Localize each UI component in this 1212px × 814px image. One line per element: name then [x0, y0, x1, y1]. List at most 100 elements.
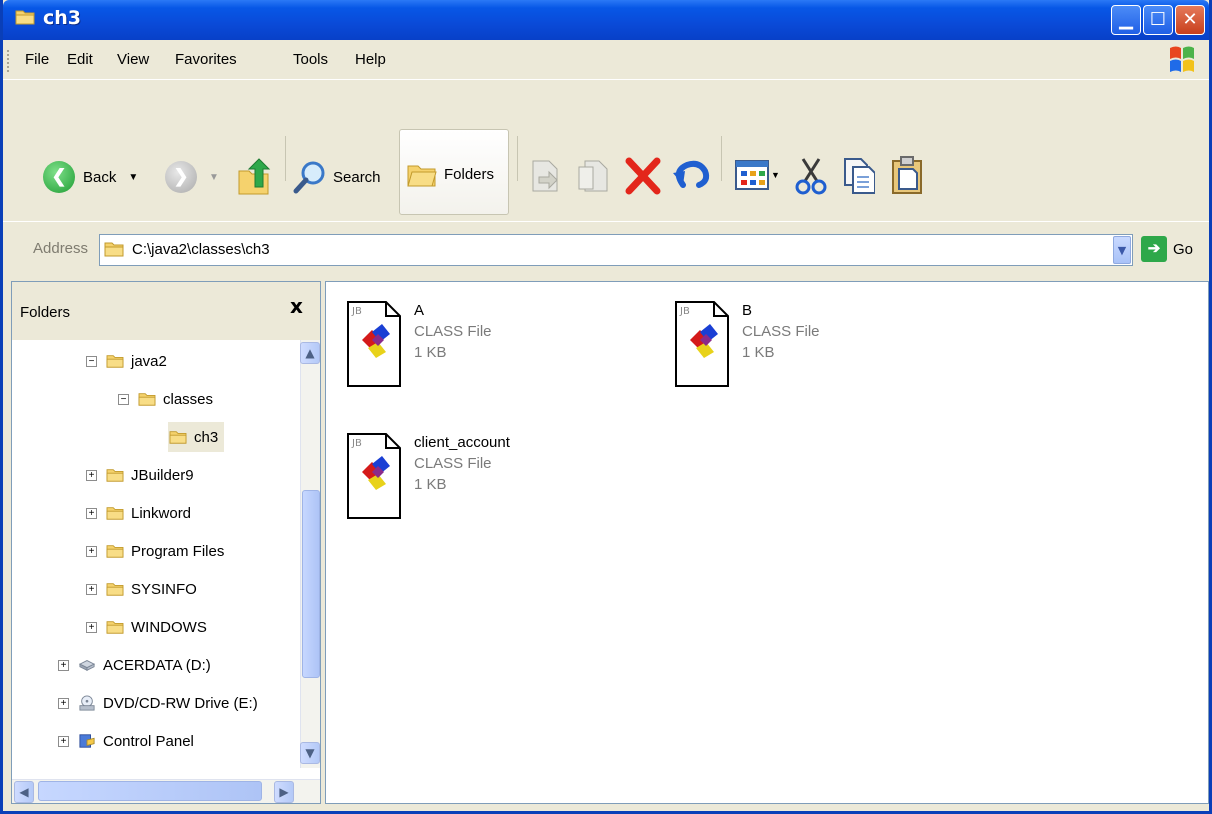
- folder-tree: − java2 − classes ch3 + JBuilder9 + Link…: [12, 340, 300, 770]
- folders-horizontal-scrollbar[interactable]: ◀ ▶: [12, 779, 320, 803]
- folder-icon: [106, 469, 124, 482]
- java-class-file-icon: [347, 301, 401, 387]
- collapse-icon[interactable]: −: [86, 355, 97, 367]
- folders-label: Folders: [444, 166, 495, 183]
- scroll-thumb[interactable]: [38, 781, 262, 801]
- scroll-down-button[interactable]: ▼: [300, 742, 320, 764]
- up-folder-button[interactable]: [237, 157, 271, 197]
- standard-toolbar: ❮ Back ▼ ❯ ▼ Search Folders ▼: [3, 81, 1209, 221]
- folder-icon: [106, 355, 124, 368]
- back-dropdown-icon[interactable]: ▼: [128, 172, 138, 183]
- scroll-left-button[interactable]: ◀: [14, 781, 34, 803]
- cut-button[interactable]: [795, 157, 827, 195]
- menu-tools[interactable]: Tools: [293, 51, 328, 68]
- close-pane-icon[interactable]: x: [290, 294, 303, 318]
- hard-drive-icon: [78, 660, 96, 672]
- file-item[interactable]: B CLASS File 1 KB: [672, 300, 820, 388]
- address-bar: Address C:\java2\classes\ch3 ▼ ➔ Go: [3, 221, 1209, 277]
- tree-item-control-panel[interactable]: + Control Panel: [58, 726, 194, 756]
- expand-icon[interactable]: +: [86, 583, 97, 595]
- title-bar[interactable]: ch3 ▁ ☐ ✕: [3, 0, 1209, 40]
- expand-icon[interactable]: +: [58, 697, 69, 709]
- menu-help[interactable]: Help: [355, 51, 386, 68]
- menu-view[interactable]: View: [117, 51, 149, 68]
- tree-item-ch3[interactable]: ch3: [168, 422, 225, 452]
- tree-item-acerdata[interactable]: + ACERDATA (D:): [58, 650, 211, 680]
- undo-button[interactable]: [671, 157, 711, 195]
- go-label: Go: [1173, 240, 1194, 258]
- folders-vertical-scrollbar[interactable]: ▲ ▼: [300, 340, 320, 768]
- tree-item-jbuilder9[interactable]: + JBuilder9: [86, 460, 194, 490]
- tree-item-dvd-drive[interactable]: + DVD/CD-RW Drive (E:): [58, 688, 258, 718]
- tree-item-sysinfo[interactable]: + SYSINFO: [86, 574, 197, 604]
- file-name: client_account: [414, 434, 510, 451]
- window-title: ch3: [43, 7, 82, 29]
- folders-pane-title: Folders: [20, 304, 71, 321]
- back-arrow-icon: ❮: [43, 161, 75, 193]
- back-button[interactable]: ❮ Back ▼: [43, 161, 138, 193]
- minimize-button[interactable]: ▁: [1111, 5, 1141, 35]
- copy-button[interactable]: [843, 157, 875, 195]
- maximize-button[interactable]: ☐: [1143, 5, 1173, 35]
- file-type: CLASS File: [414, 323, 492, 340]
- go-button[interactable]: ➔ Go: [1141, 236, 1193, 262]
- file-item[interactable]: A CLASS File 1 KB: [344, 300, 492, 388]
- tree-item-label: java2: [131, 352, 167, 370]
- file-type: CLASS File: [742, 323, 820, 340]
- paste-button[interactable]: [891, 155, 923, 195]
- expand-icon[interactable]: +: [86, 469, 97, 481]
- search-button[interactable]: Search: [293, 159, 381, 195]
- expand-icon[interactable]: +: [86, 507, 97, 519]
- expand-icon[interactable]: +: [86, 621, 97, 633]
- tree-item-classes[interactable]: − classes: [118, 384, 213, 414]
- expand-icon[interactable]: +: [58, 659, 69, 671]
- tree-item-label: ch3: [194, 428, 219, 446]
- expand-icon[interactable]: +: [58, 735, 69, 747]
- undo-icon: [673, 160, 710, 188]
- copy-to-button[interactable]: [577, 159, 609, 193]
- scroll-thumb[interactable]: [302, 490, 320, 678]
- file-name: A: [414, 302, 425, 319]
- views-icon: [735, 160, 769, 190]
- tree-item-label: JBuilder9: [131, 466, 194, 484]
- collapse-icon[interactable]: −: [118, 393, 129, 405]
- menubar-grip: [7, 50, 10, 72]
- forward-dropdown-icon[interactable]: ▼: [209, 172, 219, 183]
- tree-item-linkword[interactable]: + Linkword: [86, 498, 191, 528]
- close-button[interactable]: ✕: [1175, 5, 1205, 35]
- menu-edit[interactable]: Edit: [67, 51, 93, 68]
- toolbar-separator: [721, 136, 722, 181]
- menu-favorites[interactable]: Favorites: [175, 51, 237, 68]
- java-class-file-icon: [675, 301, 729, 387]
- scroll-up-button[interactable]: ▲: [300, 342, 320, 364]
- views-dropdown-icon[interactable]: ▼: [771, 170, 780, 180]
- control-panel-icon: [79, 734, 95, 748]
- move-to-button[interactable]: [529, 159, 561, 193]
- menu-file[interactable]: File: [25, 51, 49, 68]
- tree-item-label: DVD/CD-RW Drive (E:): [103, 694, 258, 712]
- folder-icon: [106, 621, 124, 634]
- tree-item-program-files[interactable]: + Program Files: [86, 536, 224, 566]
- file-details: A CLASS File 1 KB: [414, 300, 492, 388]
- file-item[interactable]: client_account CLASS File 1 KB: [344, 432, 510, 520]
- folder-icon: [104, 242, 124, 257]
- folder-app-icon: [15, 10, 35, 25]
- address-value: C:\java2\classes\ch3: [132, 241, 270, 258]
- file-size: 1 KB: [742, 344, 775, 361]
- folders-button[interactable]: Folders: [399, 129, 509, 215]
- forward-button[interactable]: ❯ ▼: [165, 161, 219, 193]
- delete-button[interactable]: [625, 157, 661, 195]
- scroll-right-button[interactable]: ▶: [274, 781, 294, 803]
- java-class-file-icon: [347, 433, 401, 519]
- expand-icon[interactable]: +: [86, 545, 97, 557]
- tree-item-windows[interactable]: + WINDOWS: [86, 612, 207, 642]
- address-input[interactable]: C:\java2\classes\ch3 ▼: [99, 234, 1133, 266]
- menu-bar: File Edit View Favorites Tools Help: [3, 40, 1209, 80]
- tree-item-label: ACERDATA (D:): [103, 656, 211, 674]
- views-button[interactable]: ▼: [735, 159, 780, 191]
- tree-item-java2[interactable]: − java2: [86, 346, 167, 376]
- paste-icon: [892, 156, 922, 194]
- folder-icon: [138, 393, 156, 406]
- address-dropdown-button[interactable]: ▼: [1113, 236, 1131, 264]
- tree-item-label: classes: [163, 390, 214, 408]
